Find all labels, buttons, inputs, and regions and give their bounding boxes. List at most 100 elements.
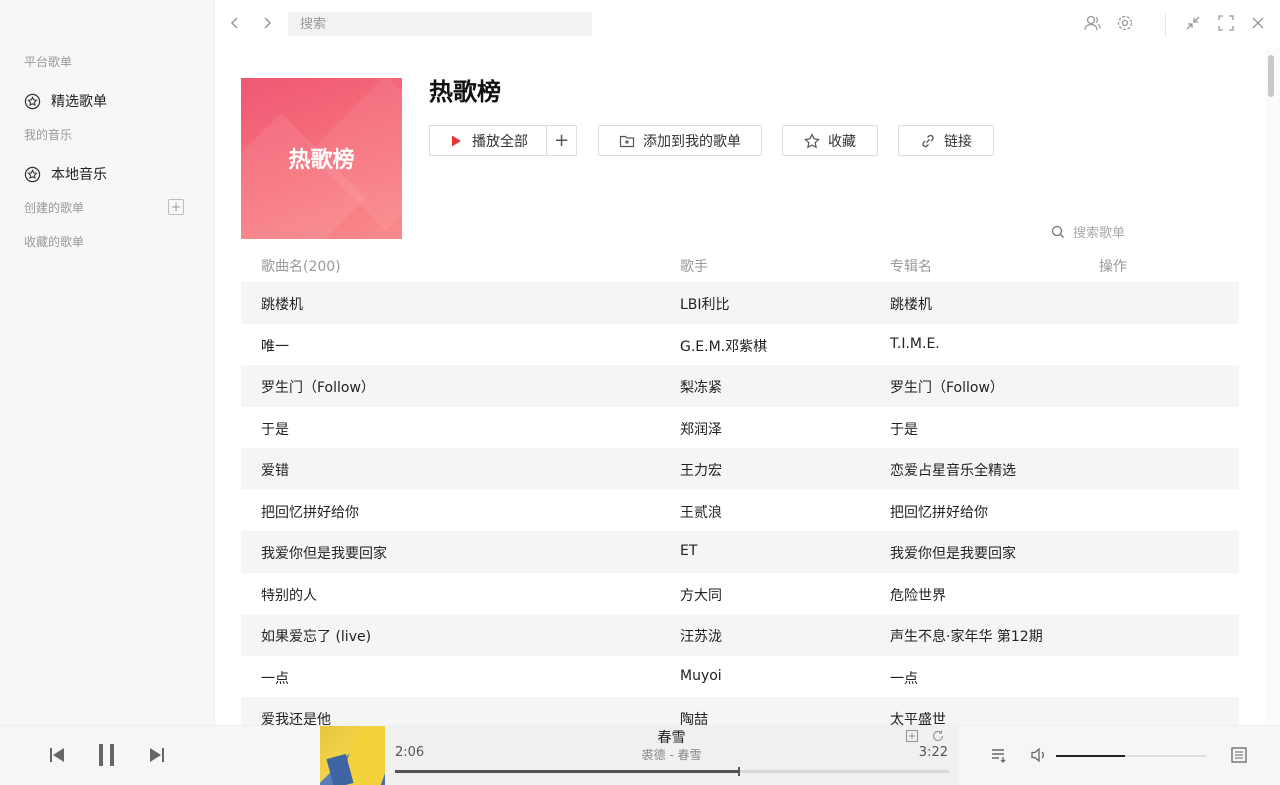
- header-song-name: 歌曲名(200): [261, 259, 341, 275]
- minimize-icon[interactable]: [1184, 14, 1202, 32]
- table-row[interactable]: 如果爱忘了 (live) 汪苏泷 声生不息·家年华 第12期: [241, 614, 1239, 656]
- song-artist[interactable]: 陶喆: [680, 709, 708, 725]
- play-icon: [452, 135, 461, 146]
- table-row[interactable]: 唯一 G.E.M.邓紫棋 T.I.M.E.: [241, 324, 1239, 366]
- song-artist[interactable]: 梨冻紧: [680, 377, 722, 397]
- pause-icon[interactable]: [95, 742, 119, 768]
- forward-arrow-icon[interactable]: [259, 15, 275, 31]
- song-artist[interactable]: 郑润泽: [680, 419, 722, 439]
- song-search[interactable]: 搜索歌单: [1051, 222, 1125, 241]
- album-art[interactable]: [320, 726, 385, 785]
- search-input[interactable]: [288, 12, 592, 36]
- sidebar-item-local-music[interactable]: 本地音乐: [24, 164, 107, 184]
- song-artist[interactable]: 汪苏泷: [680, 626, 722, 646]
- song-album[interactable]: 危险世界: [890, 585, 946, 605]
- scrollbar-thumb[interactable]: [1268, 55, 1274, 97]
- toolbar-divider: [1165, 14, 1166, 36]
- playlist-cover[interactable]: 热歌榜: [241, 78, 402, 239]
- song-artist[interactable]: Muyoi: [680, 668, 722, 684]
- play-all-button[interactable]: 播放全部: [429, 125, 547, 156]
- favorite-button[interactable]: 收藏: [782, 125, 878, 156]
- song-name: 把回忆拼好给你: [261, 504, 359, 521]
- gear-icon[interactable]: [1116, 14, 1134, 32]
- sidebar-section-my-music: 我的音乐: [24, 128, 73, 142]
- playlist-detail: 热歌榜 热歌榜 播放全部 + 添加到我的歌单 收藏 链接 搜索歌单 歌曲名(20…: [215, 48, 1265, 725]
- song-name: 唯一: [261, 338, 289, 355]
- table-row[interactable]: 于是 郑润泽 于是: [241, 407, 1239, 449]
- song-album[interactable]: 我爱你但是我要回家: [890, 543, 1016, 563]
- now-playing-artist: 裘德 - 春雪: [641, 748, 702, 762]
- song-album[interactable]: 把回忆拼好给你: [890, 502, 988, 522]
- table-row[interactable]: 一点 Muyoi 一点: [241, 656, 1239, 698]
- sidebar: 平台歌单 精选歌单 我的音乐 本地音乐 创建的歌单 + 收藏的歌单: [0, 0, 215, 725]
- volume-fill: [1056, 755, 1125, 757]
- song-name: 一点: [261, 670, 289, 687]
- total-time: 3:22: [918, 745, 948, 760]
- loop-icon[interactable]: [931, 729, 945, 743]
- fullscreen-icon[interactable]: [1217, 14, 1235, 32]
- page-title: 热歌榜: [429, 78, 501, 106]
- song-artist[interactable]: 方大同: [680, 585, 722, 605]
- user-icon[interactable]: [1083, 14, 1101, 32]
- lyrics-panel-icon[interactable]: [1230, 746, 1248, 764]
- player-bar: 2:06 春雪 裘德 - 春雪 3:22: [0, 725, 1280, 785]
- previous-track-icon[interactable]: [47, 745, 67, 765]
- table-row[interactable]: 特别的人 方大同 危险世界: [241, 573, 1239, 615]
- back-arrow-icon[interactable]: [227, 15, 243, 31]
- add-to-my-playlist-label: 添加到我的歌单: [643, 133, 741, 150]
- now-playing-title: 春雪: [657, 730, 686, 746]
- song-artist[interactable]: ET: [680, 543, 697, 559]
- song-album[interactable]: 声生不息·家年华 第12期: [890, 626, 1043, 646]
- star-circle-icon: [24, 166, 41, 182]
- table-row[interactable]: 把回忆拼好给你 王贰浪 把回忆拼好给你: [241, 490, 1239, 532]
- sidebar-section-platform: 平台歌单: [24, 55, 73, 69]
- progress-fill: [395, 770, 739, 773]
- sidebar-section-collected: 收藏的歌单: [24, 235, 85, 249]
- table-row[interactable]: 爱我还是他 陶喆 太平盛世: [241, 697, 1239, 725]
- song-album[interactable]: T.I.M.E.: [890, 336, 940, 352]
- scrollbar-track[interactable]: [1265, 48, 1280, 725]
- volume-icon[interactable]: [1030, 746, 1048, 764]
- star-circle-icon: [24, 93, 41, 109]
- close-icon[interactable]: [1249, 14, 1267, 32]
- song-album[interactable]: 恋爱占星音乐全精选: [890, 460, 1016, 480]
- song-artist[interactable]: G.E.M.邓紫棋: [680, 336, 767, 356]
- sidebar-section-created: 创建的歌单: [24, 201, 85, 215]
- playlist-queue-icon[interactable]: [990, 746, 1008, 764]
- add-to-queue-button[interactable]: +: [546, 125, 577, 156]
- song-album[interactable]: 于是: [890, 419, 918, 439]
- song-album[interactable]: 太平盛世: [890, 709, 946, 725]
- header-ops: 操作: [1099, 259, 1127, 275]
- search-icon: [1051, 225, 1064, 238]
- sidebar-item-label: 精选歌单: [51, 94, 107, 110]
- sidebar-item-featured[interactable]: 精选歌单: [24, 91, 107, 111]
- song-name: 如果爱忘了 (live): [261, 629, 372, 645]
- add-to-my-playlist-button[interactable]: 添加到我的歌单: [598, 125, 762, 156]
- link-label: 链接: [944, 133, 972, 150]
- song-artist[interactable]: 王贰浪: [680, 502, 722, 522]
- song-name: 跳楼机: [261, 297, 303, 313]
- song-album[interactable]: 一点: [890, 668, 918, 688]
- song-artist[interactable]: LBI利比: [680, 294, 730, 314]
- song-name: 爱我还是他: [261, 712, 331, 725]
- table-row[interactable]: 跳楼机 LBI利比 跳楼机: [241, 282, 1239, 324]
- song-album[interactable]: 跳楼机: [890, 294, 932, 314]
- table-row[interactable]: 我爱你但是我要回家 ET 我爱你但是我要回家: [241, 531, 1239, 573]
- table-row[interactable]: 爱错 王力宏 恋爱占星音乐全精选: [241, 448, 1239, 490]
- song-list: 跳楼机 LBI利比 跳楼机 唯一 G.E.M.邓紫棋 T.I.M.E. 罗生门（Foll…: [241, 282, 1239, 725]
- star-icon: [804, 132, 820, 148]
- progress-handle[interactable]: [738, 767, 741, 776]
- add-box-icon[interactable]: [905, 729, 919, 743]
- link-button[interactable]: 链接: [898, 125, 994, 156]
- volume-slider[interactable]: [1056, 755, 1206, 757]
- next-track-icon[interactable]: [147, 745, 167, 765]
- progress-bar[interactable]: [395, 767, 949, 776]
- table-row[interactable]: 罗生门（Follow） 梨冻紧 罗生门（Follow）: [241, 365, 1239, 407]
- sidebar-item-label: 本地音乐: [51, 167, 107, 183]
- song-album[interactable]: 罗生门（Follow）: [890, 377, 1004, 397]
- song-artist[interactable]: 王力宏: [680, 460, 722, 480]
- play-all-label: 播放全部: [472, 133, 528, 150]
- song-name: 特别的人: [261, 587, 317, 604]
- song-name: 罗生门（Follow）: [261, 380, 375, 396]
- add-playlist-button[interactable]: +: [168, 199, 184, 215]
